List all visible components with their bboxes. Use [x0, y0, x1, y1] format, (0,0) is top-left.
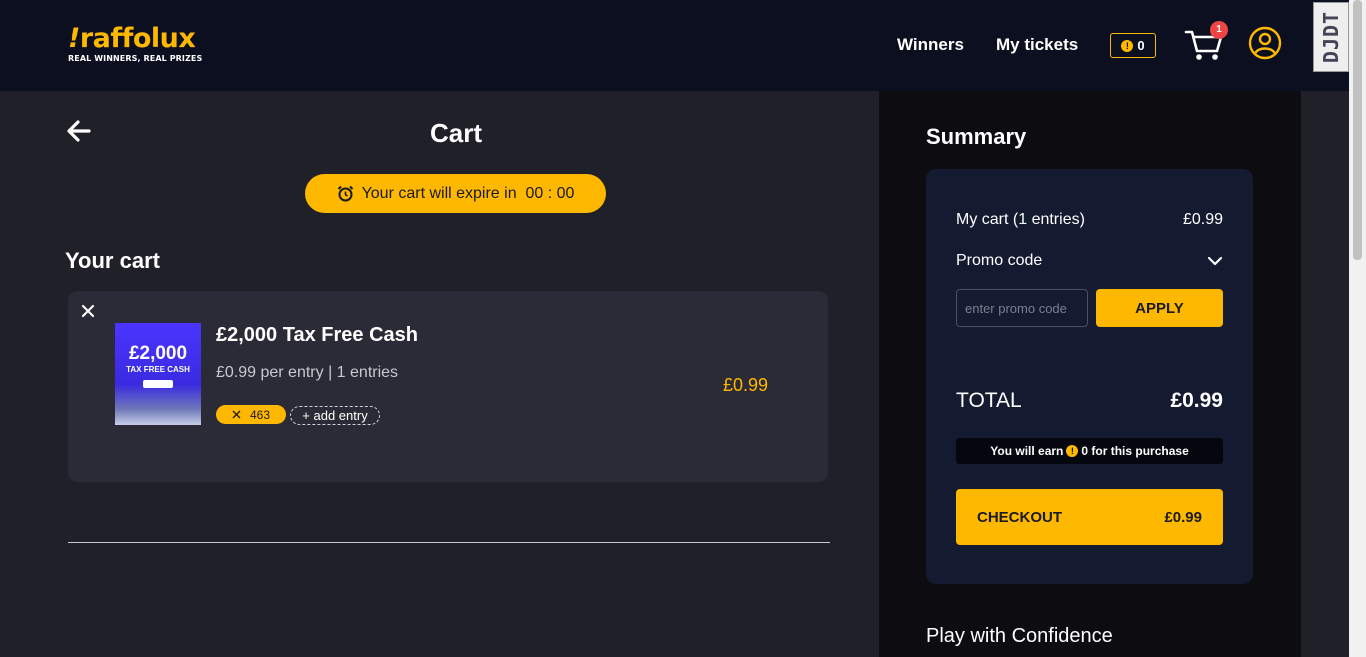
- my-cart-value: £0.99: [1182, 211, 1223, 228]
- back-button[interactable]: [66, 118, 92, 144]
- item-price: £0.99: [723, 375, 769, 395]
- ticket-chip[interactable]: 463: [216, 405, 286, 424]
- play-with-confidence-heading: Play with Confidence: [926, 625, 1113, 647]
- summary-card: My cart (1 entries) £0.99 Promo code APP…: [926, 169, 1253, 584]
- product-image-subtitle: TAX FREE CASH: [126, 365, 190, 374]
- checkout-button[interactable]: CHECKOUT £0.99: [956, 489, 1223, 545]
- ticket-number: 463: [249, 407, 271, 422]
- cart-expiry-timer: Your cart will expire in 00 : 00: [305, 174, 606, 213]
- user-icon: [1248, 26, 1282, 60]
- remove-item-button[interactable]: [80, 303, 96, 324]
- scrollbar-thumb[interactable]: [1353, 0, 1362, 260]
- my-cart-label: My cart (1 entries): [956, 211, 1085, 228]
- logo-wordmark: !raffolux: [68, 23, 196, 54]
- total-value: £0.99: [1170, 389, 1223, 412]
- earn-prefix: You will earn: [990, 444, 1064, 458]
- section-divider: [68, 542, 830, 543]
- apply-promo-button[interactable]: APPLY: [1096, 289, 1223, 327]
- timer-text: Your cart will expire in 00 : 00: [361, 184, 575, 202]
- your-cart-heading: Your cart: [65, 248, 160, 273]
- chevron-down-icon: [1207, 256, 1223, 266]
- debug-toolbar-label: DJDT: [1319, 10, 1344, 64]
- promo-code-toggle[interactable]: Promo code: [956, 252, 1223, 270]
- points-balance[interactable]: ! 0: [1110, 33, 1156, 58]
- checkout-label: CHECKOUT: [977, 508, 1062, 526]
- logo-tagline: REAL WINNERS, REAL PRIZES: [68, 54, 203, 63]
- arrow-left-icon: [67, 120, 91, 142]
- nav-my-tickets[interactable]: My tickets: [996, 35, 1078, 55]
- product-meta: £0.99 per entry | 1 entries: [216, 364, 399, 381]
- cart-count-badge: 1: [1210, 21, 1228, 39]
- product-image[interactable]: £2,000 TAX FREE CASH: [115, 323, 201, 425]
- checkout-amount: £0.99: [1164, 508, 1202, 526]
- coin-icon: !: [1121, 39, 1134, 52]
- my-cart-row: My cart (1 entries) £0.99: [956, 211, 1223, 229]
- coin-icon: !: [1066, 445, 1079, 457]
- earn-suffix: 0 for this purchase: [1081, 444, 1189, 458]
- product-image-badge: [143, 380, 173, 388]
- close-icon: [81, 304, 95, 318]
- points-value: 0: [1137, 38, 1145, 53]
- remove-ticket-icon: [232, 410, 241, 419]
- cart-item-card: £2,000 TAX FREE CASH £2,000 Tax Free Cas…: [68, 291, 828, 482]
- debug-toolbar-handle[interactable]: DJDT: [1313, 2, 1349, 72]
- raffolux-logo[interactable]: !raffolux REAL WINNERS, REAL PRIZES: [68, 23, 203, 64]
- nav-winners[interactable]: Winners: [897, 35, 964, 55]
- alarm-clock-icon: [337, 185, 353, 202]
- total-label: TOTAL: [956, 389, 1022, 412]
- promo-code-input[interactable]: [956, 289, 1088, 327]
- product-image-amount: £2,000: [128, 343, 188, 364]
- page-title: Cart: [429, 118, 482, 148]
- product-name[interactable]: £2,000 Tax Free Cash: [216, 324, 418, 347]
- add-entry-button[interactable]: + add entry: [290, 406, 380, 425]
- top-header: !raffolux REAL WINNERS, REAL PRIZES Winn…: [0, 0, 1366, 91]
- summary-title: Summary: [926, 124, 1027, 149]
- account-button[interactable]: [1248, 26, 1282, 60]
- cart-button[interactable]: 1: [1184, 21, 1228, 64]
- total-row: TOTAL £0.99: [956, 389, 1223, 413]
- earn-points-notice: You will earn ! 0 for this purchase: [956, 438, 1223, 464]
- promo-code-label: Promo code: [956, 252, 1043, 269]
